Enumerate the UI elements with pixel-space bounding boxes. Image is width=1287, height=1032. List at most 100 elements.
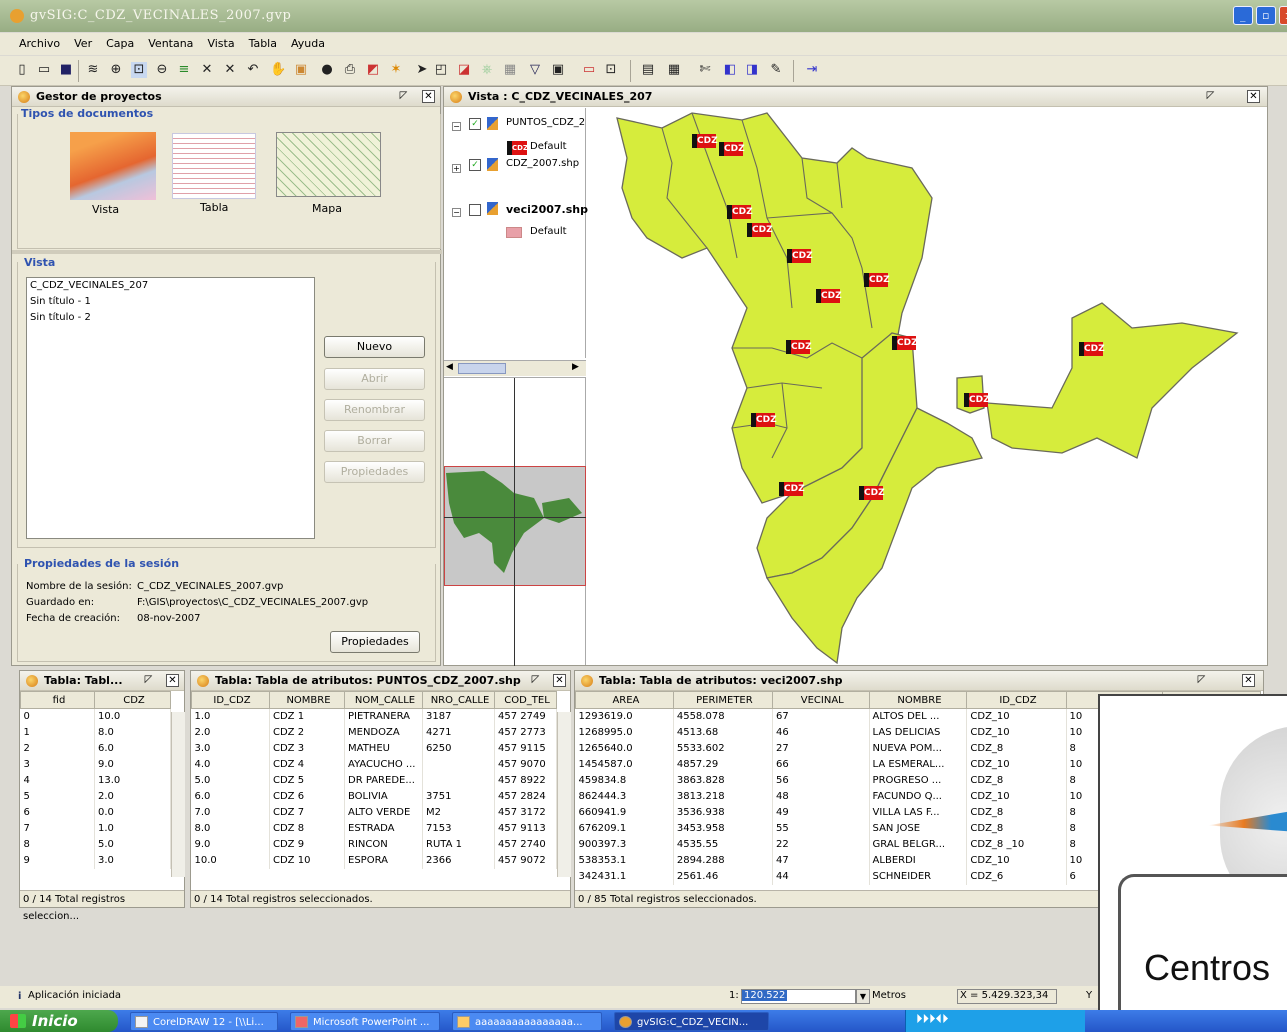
table-cell[interactable]: BOLIVIA	[344, 788, 423, 805]
edit-icon[interactable]: ✎	[768, 62, 784, 78]
table-cell[interactable]: 6.0	[191, 788, 270, 805]
table-cell[interactable]: CDZ 2	[269, 724, 345, 741]
column-header[interactable]: fid	[20, 691, 95, 709]
zoom-all-icon[interactable]: ≡	[176, 62, 192, 78]
column-header[interactable]: PERIMETER	[672, 691, 773, 709]
borrar-button[interactable]: Borrar	[324, 430, 425, 452]
table-cell[interactable]: ALTOS DEL ...	[869, 708, 968, 725]
zoom-previous-icon[interactable]: ↶	[245, 62, 261, 78]
table-cell[interactable]: 457 2740	[494, 836, 557, 853]
cdz-marker-icon[interactable]: CDZ	[747, 223, 773, 237]
table-cell[interactable]: PROGRESO ...	[869, 772, 968, 789]
table-cell[interactable]: 55	[772, 820, 870, 837]
table-row[interactable]: 5.0 CDZ 5 DR PAREDE... 457 8922	[191, 772, 557, 789]
table-cell[interactable]: RUTA 1	[422, 836, 495, 853]
checkbox-checked[interactable]: ✓	[469, 118, 481, 130]
close-view-icon[interactable]: ✕	[1247, 90, 1260, 103]
table-cell[interactable]: CDZ_10	[966, 724, 1067, 741]
maximize-button[interactable]: ▫	[1256, 6, 1276, 25]
table-cell[interactable]: 4535.55	[673, 836, 773, 853]
zoom-out-icon[interactable]: ⊖	[154, 62, 170, 78]
table1-grid[interactable]: fid CDZ 0 10.0 1 8.0 2 6.0 3 9.0 4 13.0 5 2.0 6 0.0 7 1.0…	[20, 691, 171, 869]
toc-layer-name[interactable]: veci2007.shp	[506, 203, 588, 216]
select-layer-icon[interactable]: ⎈	[479, 62, 495, 78]
table-cell[interactable]: 1454587.0	[575, 756, 674, 773]
nuevo-button[interactable]: Nuevo	[324, 336, 425, 358]
table1-vscroll[interactable]	[171, 712, 185, 877]
table-cell[interactable]: M2	[422, 804, 495, 821]
restore-icon[interactable]: ◸	[142, 674, 155, 687]
table-cell[interactable]: CDZ_10	[966, 708, 1067, 725]
table-cell[interactable]: 1.0	[94, 820, 171, 837]
table-cell[interactable]: 1293619.0	[575, 708, 674, 725]
table-cell[interactable]: CDZ 3	[269, 740, 345, 757]
table-cell[interactable]: CDZ_8	[966, 804, 1067, 821]
grid-icon[interactable]: ▦	[666, 62, 682, 78]
close-table-icon[interactable]: ✕	[166, 674, 179, 687]
toc-layer-name[interactable]: PUNTOS_CDZ_2	[506, 117, 585, 128]
table-row[interactable]: 1 8.0	[20, 724, 171, 741]
table-cell[interactable]: 2.0	[191, 724, 270, 741]
table-cell[interactable]: 8.0	[191, 820, 270, 837]
column-header[interactable]: AREA	[575, 691, 674, 709]
table-cell[interactable]: 13.0	[94, 772, 171, 789]
table-cell[interactable]: 862444.3	[575, 788, 674, 805]
close-panel-icon[interactable]: ✕	[422, 90, 435, 103]
zoom-select-icon[interactable]: ⊡	[131, 62, 147, 78]
menu-ayuda[interactable]: Ayuda	[284, 33, 332, 55]
table-cell[interactable]: 7	[20, 820, 95, 837]
column-header[interactable]: COD_TEL	[494, 691, 557, 709]
scroll-left-icon[interactable]: ◀	[446, 362, 453, 372]
zoom-out-extent-icon[interactable]: ✕	[222, 62, 238, 78]
table-cell[interactable]: CDZ_10	[966, 756, 1067, 773]
table-cell[interactable]: LA ESMERAL...	[869, 756, 968, 773]
table-cell[interactable]: 342431.1	[575, 868, 674, 885]
table-cell[interactable]: 4857.29	[673, 756, 773, 773]
table-cell[interactable]: 457 2824	[494, 788, 557, 805]
menu-archivo[interactable]: Archivo	[12, 33, 67, 55]
export-icon[interactable]: ⇥	[804, 62, 820, 78]
column-header[interactable]: CDZ	[94, 691, 171, 709]
table-cell[interactable]: CDZ_8	[966, 740, 1067, 757]
print-icon[interactable]: ⎙	[342, 62, 358, 78]
new-file-icon[interactable]: ▯	[14, 62, 30, 78]
table-cell[interactable]: 7.0	[191, 804, 270, 821]
table2-grid[interactable]: ID_CDZ NOMBRE NOM_CALLE NRO_CALLE COD_TEL 1.0…	[191, 691, 557, 869]
table-cell[interactable]: 2.0	[94, 788, 171, 805]
table-cell[interactable]: 9.0	[94, 756, 171, 773]
select-pointer-icon[interactable]: ➤	[414, 62, 430, 78]
task-gvsig[interactable]: gvSIG:C_CDZ_VECIN...	[614, 1012, 769, 1031]
menu-vista[interactable]: Vista	[200, 33, 241, 55]
table-cell[interactable]: 46	[772, 724, 870, 741]
table-cell[interactable]: 3.0	[94, 852, 171, 869]
table-cell[interactable]: 1268995.0	[575, 724, 674, 741]
table-cell[interactable]: LAS DELICIAS	[869, 724, 968, 741]
table-cell[interactable]: CDZ_10	[966, 852, 1067, 869]
cdz-marker-icon[interactable]: CDZ	[864, 273, 890, 287]
list-item[interactable]: C_CDZ_VECINALES_207	[27, 278, 314, 294]
table-cell[interactable]: 6.0	[94, 740, 171, 757]
table-cell[interactable]	[422, 756, 495, 773]
column-header[interactable]: VECINAL	[771, 691, 870, 709]
collapse-icon[interactable]: −	[452, 208, 461, 217]
table-cell[interactable]: 22	[772, 836, 870, 853]
info-icon[interactable]: ●	[319, 62, 335, 78]
restore-icon[interactable]: ◸	[1195, 674, 1208, 687]
table-cell[interactable]: 6	[20, 804, 95, 821]
copy-icon[interactable]: ◧	[722, 62, 738, 78]
restore-icon[interactable]: ◸	[1204, 90, 1217, 103]
table-row[interactable]: 4 13.0	[20, 772, 171, 789]
table-row[interactable]: 8 5.0	[20, 836, 171, 853]
overview-map[interactable]	[444, 377, 586, 666]
table-cell[interactable]: 457 9072	[494, 852, 557, 869]
menu-capa[interactable]: Capa	[99, 33, 141, 55]
toc-hscroll[interactable]: ◀ ▶	[444, 360, 586, 376]
table-cell[interactable]: 27	[772, 740, 870, 757]
table-row[interactable]: 7 1.0	[20, 820, 171, 837]
table-cell[interactable]: 66	[772, 756, 870, 773]
table-cell[interactable]: CDZ 5	[269, 772, 345, 789]
restore-icon[interactable]: ◸	[397, 90, 410, 103]
task-folder[interactable]: aaaaaaaaaaaaaaaa...	[452, 1012, 602, 1031]
query-icon[interactable]: ◩	[365, 62, 381, 78]
table-cell[interactable]: 3	[20, 756, 95, 773]
